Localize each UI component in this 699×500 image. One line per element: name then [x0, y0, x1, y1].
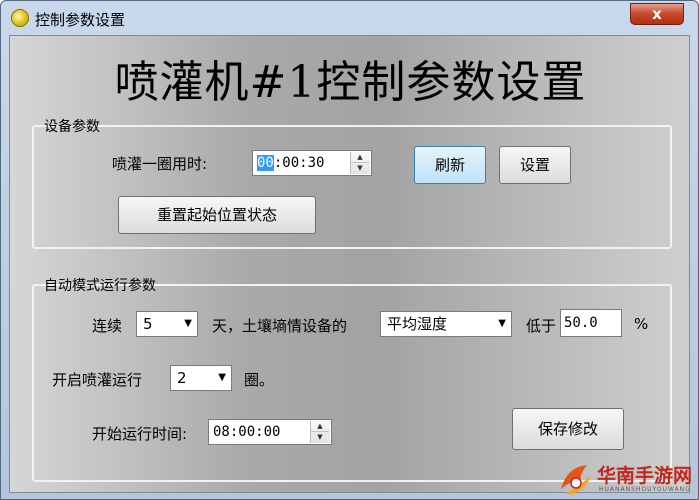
- cycle-time-value[interactable]: 00:00:30: [257, 151, 324, 175]
- start-run-label: 开启喷灌运行: [52, 371, 143, 389]
- title-bar: 控制参数设置 x: [1, 1, 698, 35]
- spin-down-icon[interactable]: ▼: [311, 432, 329, 443]
- spin-up-icon[interactable]: ▲: [311, 421, 329, 432]
- days-value: 5: [143, 315, 153, 333]
- spin-down-icon[interactable]: ▼: [351, 163, 369, 174]
- app-window: 控制参数设置 x 喷灌机#1控制参数设置 设备参数 喷灌一圈用时: 00:00:…: [0, 0, 699, 500]
- device-params-legend: 设备参数: [44, 119, 100, 135]
- save-changes-button[interactable]: 保存修改: [512, 408, 624, 450]
- auto-mode-legend: 自动模式运行参数: [44, 278, 156, 294]
- device-params-group: 设备参数 喷灌一圈用时: 00:00:30 ▲ ▼ 刷新 设置 重置起始位置状态: [32, 119, 672, 249]
- watermark-logo-icon: [561, 465, 591, 495]
- watermark-text: 华南手游网: [597, 465, 693, 487]
- rounds-suffix-label: 圈。: [244, 371, 275, 389]
- cycle-time-spin-arrows[interactable]: ▲ ▼: [350, 152, 370, 174]
- start-time-spin-arrows[interactable]: ▲ ▼: [310, 421, 330, 443]
- start-time-value[interactable]: 08:00:00: [213, 420, 280, 444]
- auto-mode-group: 自动模式运行参数 连续 5 ▼ 天，土壤墒情设备的 平均湿度 ▼ 低于 50.0…: [32, 278, 672, 482]
- window-title: 控制参数设置: [35, 11, 126, 29]
- refresh-button[interactable]: 刷新: [414, 146, 486, 184]
- dialog-client-area: 喷灌机#1控制参数设置 设备参数 喷灌一圈用时: 00:00:30 ▲ ▼ 刷新…: [9, 35, 690, 493]
- watermark: 华南手游网 HUANANSHOUYOUWANG: [557, 459, 699, 500]
- close-button[interactable]: x: [630, 3, 684, 25]
- reset-start-position-button[interactable]: 重置起始位置状态: [118, 196, 316, 234]
- cycle-time-hours-selected: 00: [257, 155, 274, 171]
- app-bulb-icon: [11, 9, 29, 27]
- spin-up-icon[interactable]: ▲: [351, 152, 369, 163]
- chevron-down-icon[interactable]: ▼: [498, 312, 506, 336]
- rounds-value: 2: [177, 369, 187, 387]
- below-label: 低于: [526, 317, 557, 335]
- rounds-select[interactable]: 2 ▼: [170, 365, 232, 391]
- metric-value: 平均湿度: [387, 315, 448, 333]
- percent-label: %: [634, 315, 649, 333]
- cycle-time-stepper[interactable]: 00:00:30 ▲ ▼: [252, 150, 372, 176]
- page-title: 喷灌机#1控制参数设置: [114, 57, 587, 108]
- chevron-down-icon[interactable]: ▼: [218, 366, 226, 390]
- cycle-time-rest: :00:30: [273, 155, 325, 171]
- threshold-input[interactable]: 50.0: [560, 309, 622, 337]
- metric-select[interactable]: 平均湿度 ▼: [380, 311, 512, 337]
- consecutive-label: 连续: [92, 317, 123, 335]
- cycle-time-label: 喷灌一圈用时:: [112, 155, 208, 173]
- set-button[interactable]: 设置: [499, 146, 571, 184]
- start-time-stepper[interactable]: 08:00:00 ▲ ▼: [208, 419, 332, 445]
- chevron-down-icon[interactable]: ▼: [184, 312, 192, 336]
- days-suffix-label: 天，土壤墒情设备的: [212, 317, 348, 335]
- watermark-subtext: HUANANSHOUYOUWANG: [599, 486, 691, 493]
- start-time-label: 开始运行时间:: [92, 425, 188, 443]
- days-select[interactable]: 5 ▼: [136, 311, 198, 337]
